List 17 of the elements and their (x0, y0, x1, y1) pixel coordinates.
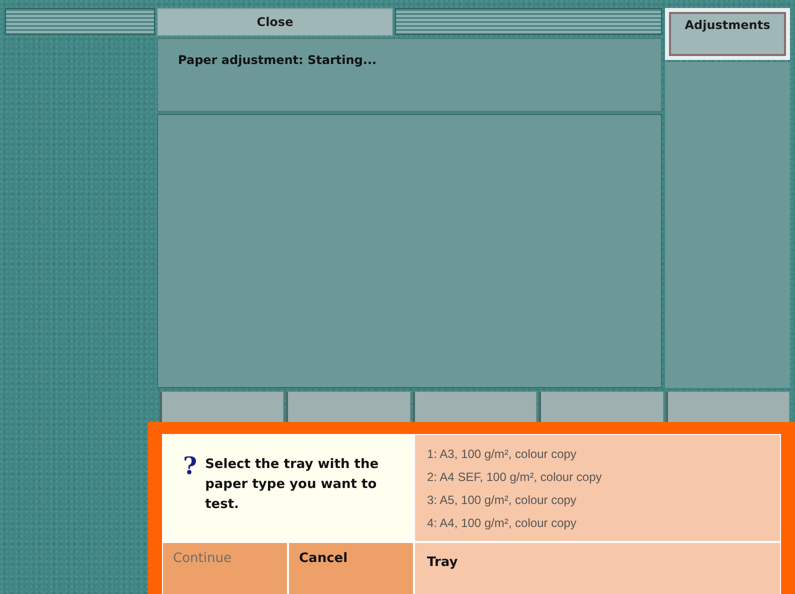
function-button[interactable] (160, 391, 284, 423)
status-message: Paper adjustment: Starting... (178, 53, 377, 67)
function-button[interactable] (539, 391, 664, 423)
tray-option[interactable]: 3: A5, 100 g/m², colour copy (427, 491, 768, 509)
tray-option[interactable]: 2: A4 SEF, 100 g/m², colour copy (427, 468, 768, 486)
function-button[interactable] (666, 391, 790, 423)
field-label: Tray (427, 555, 458, 570)
question-icon: ? (183, 455, 198, 477)
tray-option[interactable]: 1: A3, 100 g/m², colour copy (427, 445, 768, 463)
close-button[interactable]: Close (157, 8, 393, 36)
function-button[interactable] (412, 391, 538, 423)
adjustments-tab[interactable]: Adjustments (669, 12, 786, 56)
tray-option[interactable]: 4: A4, 100 g/m², colour copy (427, 514, 768, 532)
function-button[interactable] (286, 391, 411, 423)
tray-field[interactable]: Tray (415, 543, 780, 594)
prompt-message: Select the tray with the paper type you want to test. (205, 456, 380, 514)
dialog-button[interactable]: Cancel (289, 543, 413, 594)
